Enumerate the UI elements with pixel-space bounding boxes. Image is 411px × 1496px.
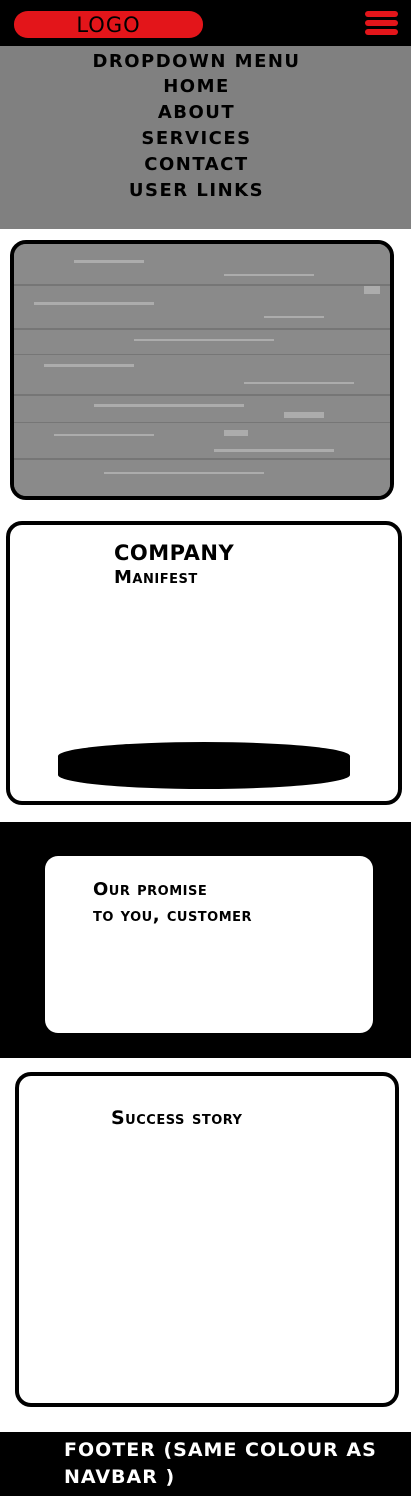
dropdown-menu-title: DROPDOWN MENU [92, 51, 301, 72]
menu-item-services[interactable]: SERVICES [0, 128, 393, 150]
promise-line-1: Our promise [93, 879, 208, 900]
menu-item-about[interactable]: ABOUT [0, 102, 393, 124]
hero-image [10, 240, 394, 500]
logo[interactable]: LOGO [14, 11, 203, 38]
menu-item-home[interactable]: HOME [0, 76, 393, 98]
manifest-title: COMPANY [114, 541, 235, 565]
success-story-title: Success story [111, 1107, 243, 1129]
texture-image [14, 244, 390, 496]
manifest-subtitle: Manifest [114, 567, 198, 588]
hamburger-menu-icon[interactable] [365, 11, 398, 35]
menu-item-contact[interactable]: CONTACT [0, 154, 393, 176]
footer-text: FOOTER (SAME COLOUR AS NAVBAR ) [64, 1439, 377, 1488]
menu-item-user-links[interactable]: USER LINKS [0, 180, 393, 202]
manifest-button[interactable] [58, 742, 350, 789]
promise-line-2: to you, customer [93, 905, 253, 926]
dropdown-menu: DROPDOWN MENU HOME ABOUT SERVICES CONTAC… [0, 46, 411, 229]
